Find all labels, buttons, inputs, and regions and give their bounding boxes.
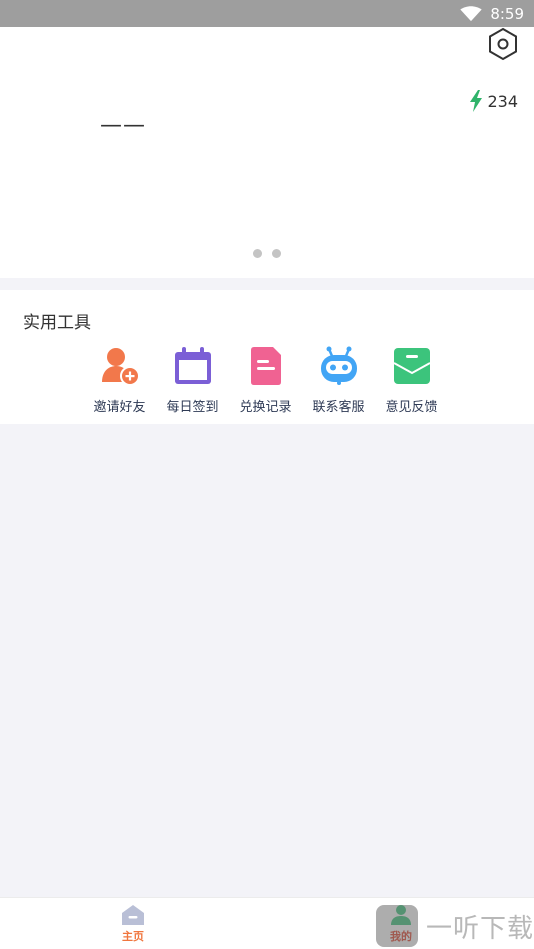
lightning-icon: [470, 90, 483, 112]
status-time: 8:59: [490, 4, 524, 23]
nav-home-label: 主页: [122, 930, 144, 943]
watermark: 一听下载: [375, 905, 534, 947]
tool-contact-support[interactable]: 联系客服: [302, 346, 375, 415]
tools-section: 实用工具 邀请好友 每日签到 兑换记录 联系客服 意见反馈: [0, 290, 534, 424]
tool-label: 兑换记录: [239, 400, 292, 415]
watermark-text: 一听下载: [425, 913, 534, 944]
username: ——: [100, 113, 146, 138]
calendar-icon: [174, 347, 211, 384]
document-icon: [250, 347, 281, 385]
watermark-logo-icon: [375, 905, 418, 947]
tool-redeem-history[interactable]: 兑换记录: [229, 346, 302, 415]
tool-label: 联系客服: [312, 400, 365, 415]
energy-count: 234: [487, 91, 518, 111]
tools-title: 实用工具: [23, 313, 91, 333]
profile-header: —— 234: [0, 27, 534, 278]
invite-friend-icon: [101, 348, 140, 386]
status-bar: 8:59: [0, 0, 534, 27]
tool-daily-checkin[interactable]: 每日签到: [156, 346, 229, 415]
nav-home[interactable]: 主页: [112, 904, 154, 944]
tool-invite-friends[interactable]: 邀请好友: [83, 346, 156, 415]
tool-label: 邀请好友: [93, 400, 146, 415]
mail-icon: [393, 348, 430, 384]
energy-balance[interactable]: 234: [469, 90, 518, 112]
robot-icon: [320, 346, 357, 385]
tool-label: 意见反馈: [385, 400, 438, 415]
wifi-icon: [460, 5, 482, 21]
home-icon: [122, 905, 144, 925]
tool-list: 邀请好友 每日签到 兑换记录 联系客服 意见反馈: [83, 346, 448, 415]
carousel-dot[interactable]: [253, 249, 262, 258]
tool-feedback[interactable]: 意见反馈: [375, 346, 448, 415]
carousel-dot[interactable]: [272, 249, 281, 258]
settings-icon[interactable]: [486, 27, 520, 61]
carousel-indicator: [0, 249, 534, 258]
tool-label: 每日签到: [166, 400, 219, 415]
